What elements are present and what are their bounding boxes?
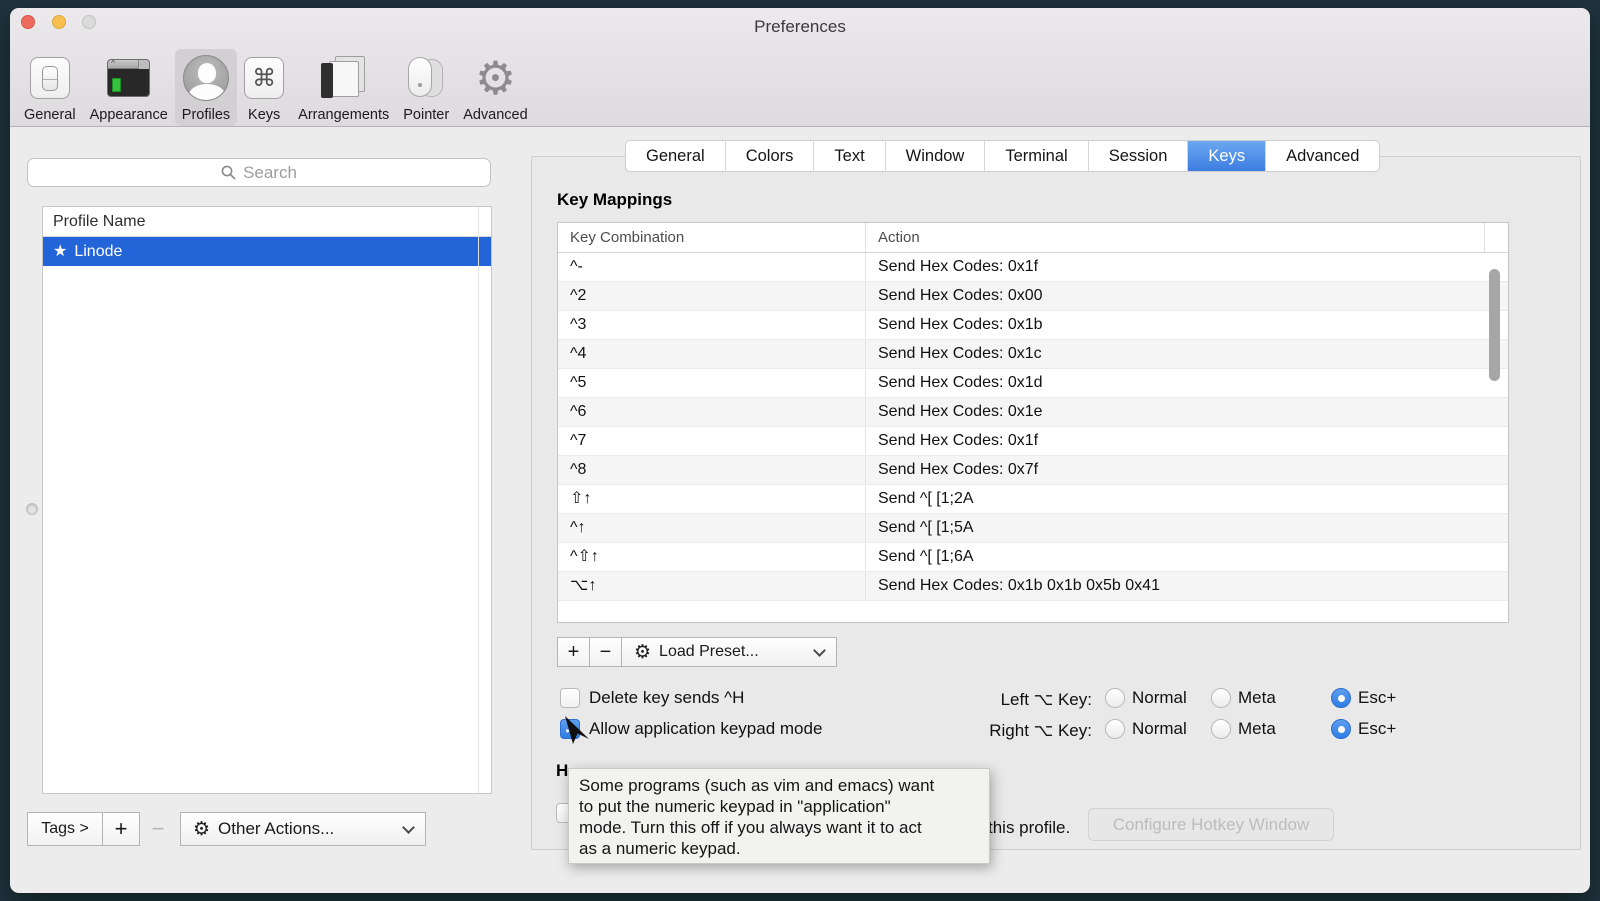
radio-circle-selected xyxy=(1331,688,1351,708)
tab-session[interactable]: Session xyxy=(1089,141,1189,171)
preferences-window: Preferences General Appearance Profi xyxy=(10,8,1590,893)
delete-key-sends-label: Delete key sends ^H xyxy=(589,688,744,708)
other-actions-label: Other Actions... xyxy=(218,819,334,839)
chevron-down-icon xyxy=(813,644,826,657)
key-mappings-title: Key Mappings xyxy=(557,190,672,210)
load-preset-label: Load Preset... xyxy=(659,643,759,661)
table-row[interactable]: ^2Send Hex Codes: 0x00 xyxy=(558,282,1508,311)
tab-terminal[interactable]: Terminal xyxy=(985,141,1088,171)
desktop-background: Preferences General Appearance Profi xyxy=(0,0,1600,901)
search-placeholder: Search xyxy=(243,163,297,183)
person-icon xyxy=(183,54,229,102)
right-option-key-label: Right ⌥ Key: xyxy=(950,721,1092,741)
table-row[interactable]: ^5Send Hex Codes: 0x1d xyxy=(558,369,1508,398)
keypad-mode-checkbox-row: Allow application keypad mode xyxy=(560,719,822,739)
configure-hotkey-window-button: Configure Hotkey Window xyxy=(1088,808,1334,841)
table-row[interactable]: ^3Send Hex Codes: 0x1b xyxy=(558,311,1508,340)
gear-icon: ⚙ xyxy=(475,54,516,102)
toolbar-item-advanced[interactable]: ⚙ Advanced xyxy=(456,49,535,126)
radio-left-alt-esc[interactable]: Esc+ xyxy=(1331,688,1396,708)
table-row[interactable]: ^↑Send ^[ [1;5A xyxy=(558,514,1508,543)
delete-key-sends-checkbox[interactable] xyxy=(560,688,580,708)
gear-icon: ⚙ xyxy=(193,820,210,839)
table-row[interactable]: ⇧↑Send ^[ [1;2A xyxy=(558,485,1508,514)
delete-key-sends-checkbox-row: Delete key sends ^H xyxy=(560,688,744,708)
table-rows: ^-Send Hex Codes: 0x1f ^2Send Hex Codes:… xyxy=(558,253,1508,601)
table-scrollbar[interactable] xyxy=(1489,269,1500,381)
toolbar-item-appearance[interactable]: Appearance xyxy=(83,49,175,126)
radio-right-alt-meta[interactable]: Meta xyxy=(1211,719,1276,739)
tab-window[interactable]: Window xyxy=(886,141,986,171)
tags-button[interactable]: Tags > xyxy=(27,812,103,846)
radio-circle xyxy=(1105,688,1125,708)
window-title: Preferences xyxy=(10,17,1590,37)
table-row[interactable]: ^6Send Hex Codes: 0x1e xyxy=(558,398,1508,427)
other-actions-dropdown[interactable]: ⚙ Other Actions... xyxy=(180,812,426,846)
profile-name: Linode xyxy=(74,243,122,260)
table-row[interactable]: ^⇧↑Send ^[ [1;6A xyxy=(558,543,1508,572)
command-key-icon: ⌘ xyxy=(244,54,284,102)
load-preset-dropdown[interactable]: ⚙ Load Preset... xyxy=(621,637,837,667)
table-row[interactable]: ^-Send Hex Codes: 0x1f xyxy=(558,253,1508,282)
radio-left-alt-meta[interactable]: Meta xyxy=(1211,688,1276,708)
mouse-icon xyxy=(408,54,444,102)
radio-circle xyxy=(1105,719,1125,739)
remove-key-mapping-button[interactable]: − xyxy=(589,637,622,667)
column-header-key-combination[interactable]: Key Combination xyxy=(558,223,866,252)
table-row[interactable]: ^7Send Hex Codes: 0x1f xyxy=(558,427,1508,456)
window-header: Preferences General Appearance Profi xyxy=(10,8,1590,127)
radio-left-alt-normal[interactable]: Normal xyxy=(1105,688,1187,708)
left-option-key-label: Left ⌥ Key: xyxy=(950,690,1092,710)
preferences-toolbar: General Appearance Profiles ⌘ Keys xyxy=(17,38,535,126)
radio-right-alt-esc[interactable]: Esc+ xyxy=(1331,719,1396,739)
tab-advanced[interactable]: Advanced xyxy=(1266,141,1379,171)
chevron-down-icon xyxy=(402,821,415,834)
radio-circle xyxy=(1211,688,1231,708)
toolbar-item-keys[interactable]: ⌘ Keys xyxy=(237,49,291,126)
profile-list-header: Profile Name xyxy=(43,207,491,237)
table-header: Key Combination Action xyxy=(558,223,1508,253)
search-icon xyxy=(221,165,236,180)
window-edge-dot xyxy=(26,503,38,515)
mouse-cursor-icon xyxy=(564,716,592,748)
radio-circle-selected xyxy=(1331,719,1351,739)
terminal-window-icon xyxy=(107,54,150,102)
column-header-action[interactable]: Action xyxy=(866,223,1508,252)
tab-general[interactable]: General xyxy=(626,141,726,171)
remove-profile-button: − xyxy=(140,812,176,846)
keypad-mode-label: Allow application keypad mode xyxy=(589,719,822,739)
windows-stack-icon xyxy=(321,54,367,102)
tab-keys[interactable]: Keys xyxy=(1188,141,1266,171)
table-row[interactable]: ⌥↑Send Hex Codes: 0x1b 0x1b 0x5b 0x41 xyxy=(558,572,1508,601)
add-profile-button[interactable]: + xyxy=(102,812,140,846)
hotkey-text-partial: this profile. xyxy=(988,818,1070,838)
gear-icon: ⚙ xyxy=(634,643,651,662)
search-input[interactable]: Search xyxy=(27,158,491,187)
list-item-profile-linode[interactable]: ★ Linode xyxy=(43,237,491,266)
radio-right-alt-normal[interactable]: Normal xyxy=(1105,719,1187,739)
tab-text[interactable]: Text xyxy=(814,141,885,171)
toolbar-item-profiles[interactable]: Profiles xyxy=(175,49,237,126)
table-row[interactable]: ^4Send Hex Codes: 0x1c xyxy=(558,340,1508,369)
star-icon: ★ xyxy=(53,243,67,260)
keypad-mode-tooltip: Some programs (such as vim and emacs) wa… xyxy=(568,768,990,864)
key-mappings-table: Key Combination Action ^-Send Hex Codes:… xyxy=(557,222,1509,623)
hotkey-heading-partial: H xyxy=(556,761,568,781)
add-key-mapping-button[interactable]: + xyxy=(557,637,590,667)
toolbar-item-general[interactable]: General xyxy=(17,49,83,126)
radio-circle xyxy=(1211,719,1231,739)
table-row[interactable]: ^8Send Hex Codes: 0x7f xyxy=(558,456,1508,485)
tab-colors[interactable]: Colors xyxy=(726,141,815,171)
toolbar-item-arrangements[interactable]: Arrangements xyxy=(291,49,396,126)
profile-tabs: General Colors Text Window Terminal Sess… xyxy=(625,140,1380,172)
toolbar-item-pointer[interactable]: Pointer xyxy=(396,49,456,126)
switch-icon xyxy=(30,54,70,102)
profile-list: Profile Name ★ Linode xyxy=(42,206,492,794)
